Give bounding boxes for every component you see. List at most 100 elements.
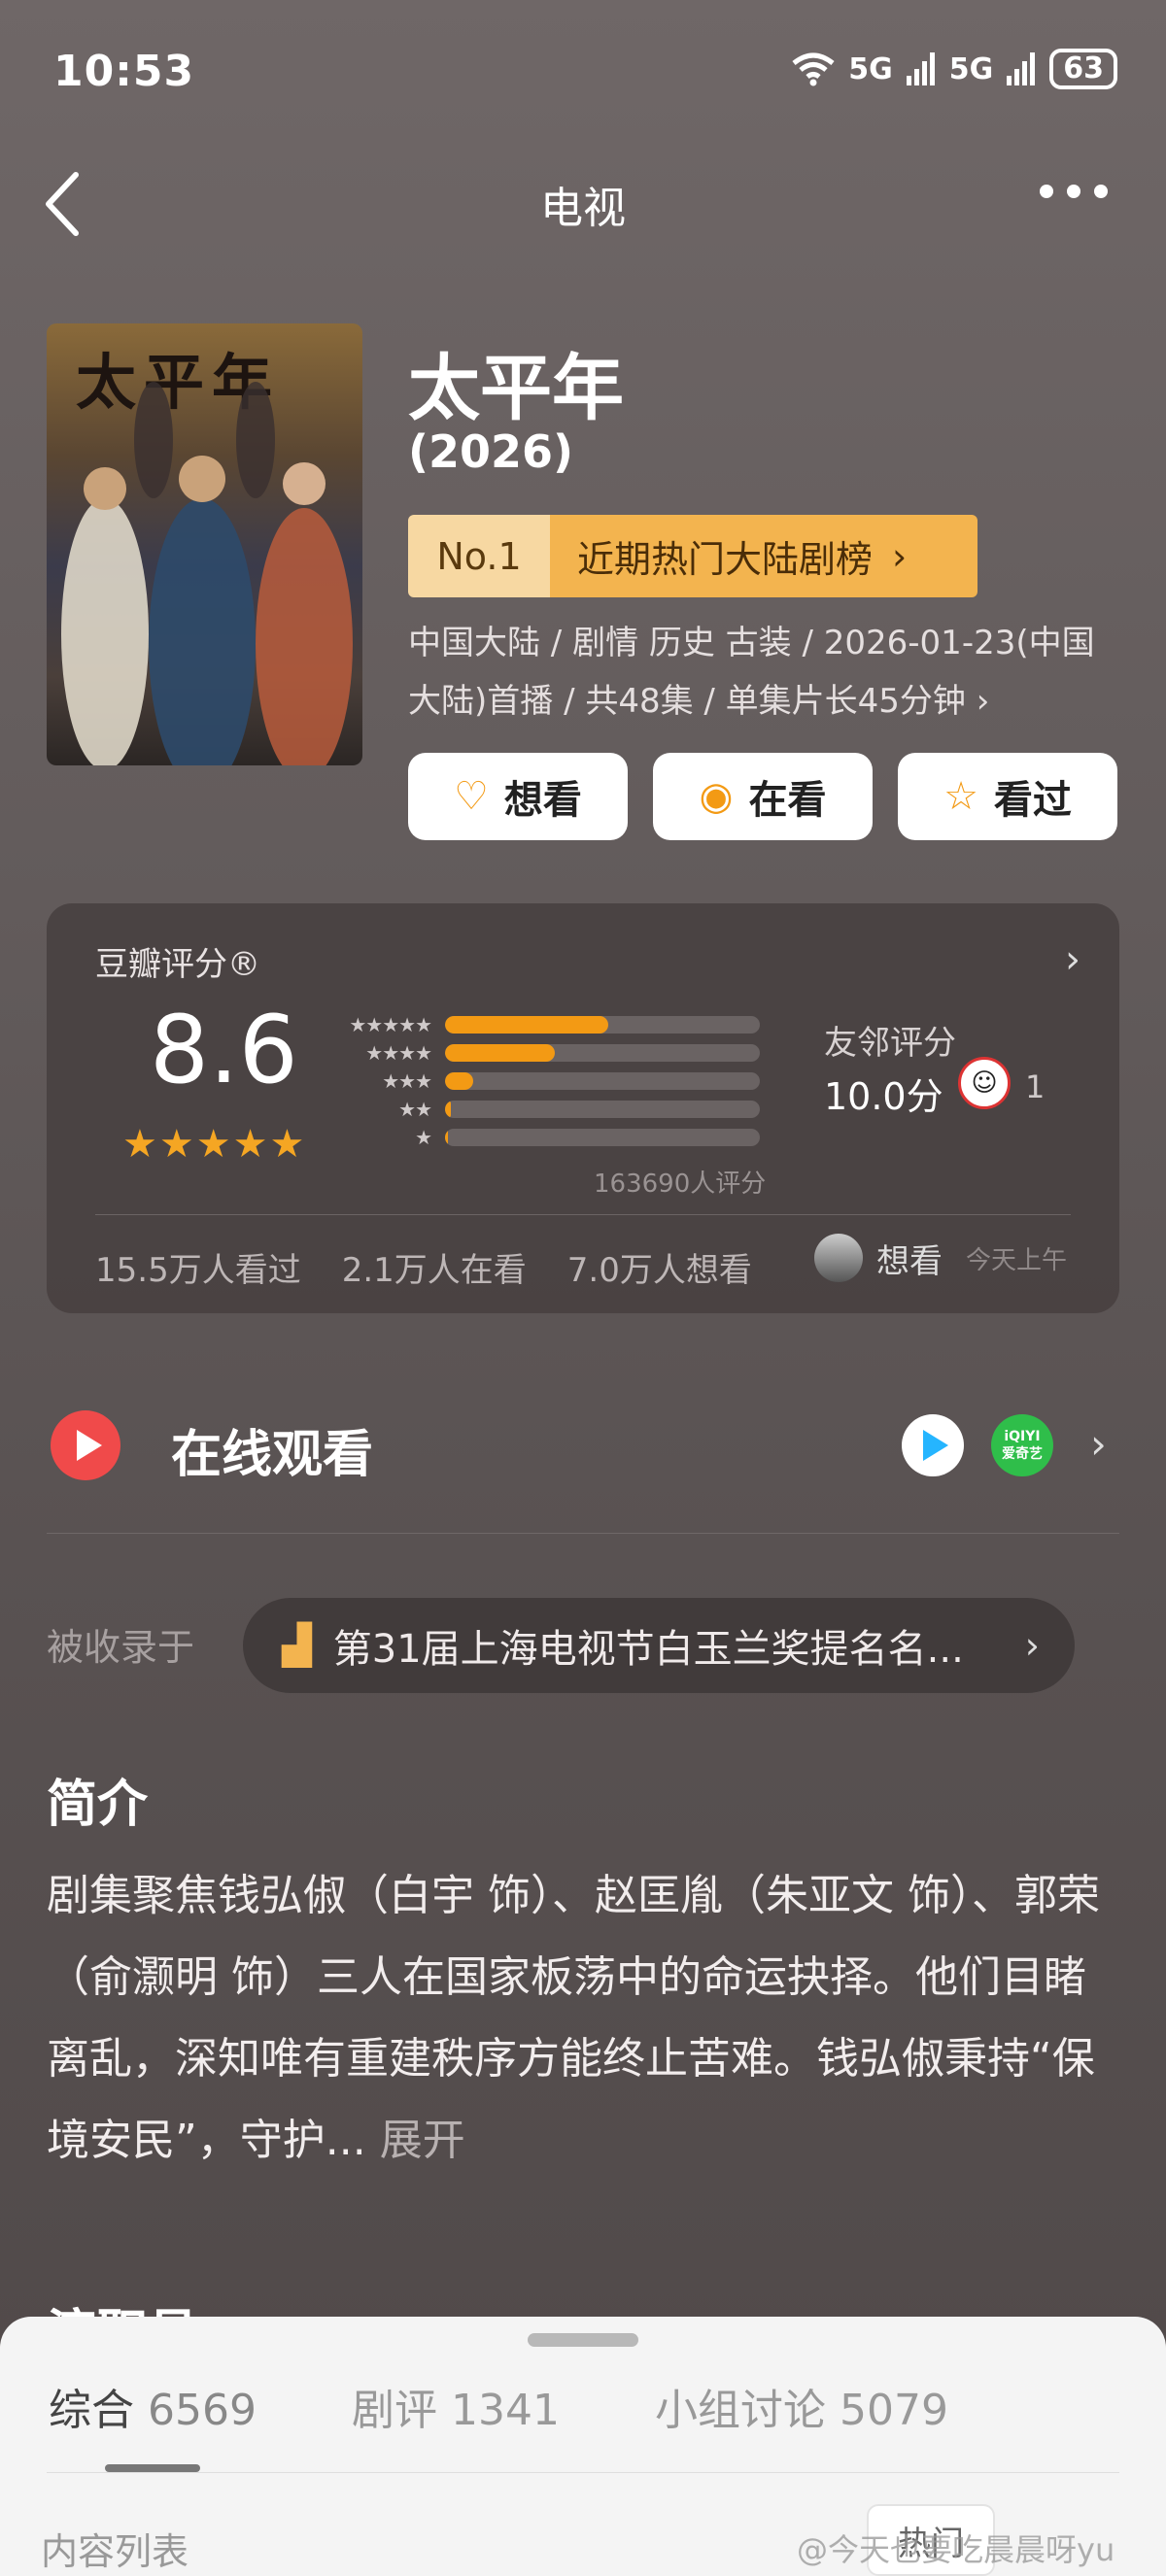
rank-number: No.1 <box>408 515 550 597</box>
divider <box>47 1533 1119 1534</box>
watch-stats: 15.5万人看过 2.1万人在看 7.0万人想看 <box>95 1243 752 1291</box>
rank-label: 近期热门大陆剧榜 › <box>550 515 977 597</box>
star-icon: ★★★ <box>382 1068 432 1093</box>
tab-overview[interactable]: 综合 6569 <box>49 2375 257 2437</box>
divider <box>47 2472 1119 2473</box>
dot-icon <box>1067 185 1080 198</box>
stat-watched[interactable]: 15.5万人看过 <box>95 1243 301 1291</box>
rating-count: 163690人评分 <box>594 1169 767 1199</box>
watermark: @今天也要吃晨晨呀yu <box>797 2531 1115 2568</box>
dot-icon <box>1094 185 1108 198</box>
heart-plus-icon: ♡ <box>454 774 489 819</box>
content-list-label: 内容列表 <box>41 2530 189 2573</box>
rating-label: 豆瓣评分® <box>95 945 260 984</box>
tab-group-discussion[interactable]: 小组讨论 5079 <box>655 2375 948 2437</box>
watched-label: 看过 <box>993 778 1072 823</box>
poster-figures <box>61 382 353 765</box>
rating-stars: ★★★★★ <box>122 1122 307 1167</box>
page-title: 电视 <box>540 184 626 233</box>
bar-fill <box>445 1043 556 1062</box>
show-year: (2026) <box>408 425 574 478</box>
avatar[interactable]: ☺ <box>958 1057 1011 1109</box>
friends-rating-score: 10.0分 <box>824 1075 943 1118</box>
network-5g-label-2: 5G <box>948 51 994 86</box>
iqiyi-icon[interactable]: iQIYI 爱奇艺 <box>991 1414 1053 1476</box>
rank-text: 近期热门大陆剧榜 <box>577 538 874 581</box>
signal-icon-2 <box>1007 52 1036 85</box>
friends-rating-label: 友邻评分 <box>824 1024 956 1063</box>
rating-bar-5: ★★★★★ <box>328 1010 760 1038</box>
target-icon: ◉ <box>699 774 734 819</box>
tencent-video-icon[interactable] <box>902 1414 964 1476</box>
rating-bar-3: ★★★ <box>328 1067 760 1095</box>
rating-score: 8.6 <box>150 996 298 1104</box>
show-meta[interactable]: 中国大陆 / 剧情 历史 古装 / 2026-01-23(中国大陆)首播 / 共… <box>408 614 1108 730</box>
user-action: 想看 <box>876 1241 943 1281</box>
stat-want[interactable]: 7.0万人想看 <box>567 1243 752 1291</box>
status-icons: 5G 5G 63 <box>792 49 1117 89</box>
tab-label: 剧评 <box>351 2386 437 2435</box>
star-icon: ☆ <box>943 774 978 819</box>
chevron-right-icon: › <box>892 534 908 578</box>
expand-link[interactable]: 展开 <box>380 2116 465 2165</box>
poster-image[interactable]: 太平年 <box>47 323 362 765</box>
tab-indicator <box>105 2464 200 2472</box>
rating-card[interactable]: 豆瓣评分® › 8.6 ★★★★★ ★★★★★ ★★★★ ★★★ ★★ ★ 16… <box>47 903 1119 1313</box>
synopsis-body: 剧集聚焦钱弘俶（白宇 饰）、赵匡胤（朱亚文 饰）、郭荣（俞灏明 饰）三人在国家板… <box>47 1871 1100 2165</box>
iqiyi-logo-text: iQIYI <box>1004 1429 1041 1444</box>
divider <box>95 1214 1071 1215</box>
want-button[interactable]: ♡ 想看 <box>408 753 628 840</box>
battery-icon: 63 <box>1049 49 1117 89</box>
ranking-icon: ▟ <box>282 1623 312 1668</box>
star-icon: ★ <box>415 1125 432 1149</box>
signal-icon <box>906 52 935 85</box>
watched-button[interactable]: ☆ 看过 <box>898 753 1117 840</box>
star-icon: ★★ <box>398 1097 432 1121</box>
more-options-button[interactable] <box>1040 185 1108 198</box>
avatar <box>814 1234 863 1282</box>
bar-fill <box>445 1128 449 1146</box>
tab-reviews[interactable]: 剧评 1341 <box>352 2375 560 2437</box>
friends-count: 1 <box>1025 1068 1046 1105</box>
star-icon: ★★★★ <box>365 1040 432 1065</box>
tab-count: 5079 <box>839 2386 948 2435</box>
wifi-icon <box>792 52 835 86</box>
user-activity[interactable]: 想看 今天上午 <box>814 1234 1067 1282</box>
rank-badge[interactable]: No.1 近期热门大陆剧榜 › <box>408 515 977 597</box>
tab-label: 综合 <box>49 2386 134 2435</box>
included-text: 第31届上海电视节白玉兰奖提名名... <box>332 1627 964 1672</box>
network-5g-label: 5G <box>848 51 893 86</box>
watching-label: 在看 <box>748 778 827 823</box>
tab-count: 6569 <box>148 2386 257 2435</box>
star-icon: ★★★★★ <box>349 1012 432 1036</box>
rating-distribution: ★★★★★ ★★★★ ★★★ ★★ ★ <box>328 1010 760 1151</box>
tab-count: 1341 <box>450 2386 560 2435</box>
user-time: 今天上午 <box>966 1245 1068 1275</box>
status-time: 10:53 <box>53 47 195 96</box>
included-label: 被收录于 <box>47 1626 195 1669</box>
synopsis-text: 剧集聚焦钱弘俶（白宇 饰）、赵匡胤（朱亚文 饰）、郭荣（俞灏明 饰）三人在国家板… <box>47 1855 1125 2182</box>
rating-bar-2: ★★ <box>328 1095 760 1123</box>
chevron-right-icon[interactable]: › <box>1065 937 1080 982</box>
watching-button[interactable]: ◉ 在看 <box>653 753 873 840</box>
action-buttons: ♡ 想看 ◉ 在看 ☆ 看过 <box>408 753 1117 840</box>
play-icon[interactable] <box>51 1410 120 1480</box>
review-tabs: 综合 6569 剧评 1341 小组讨论 5079 <box>49 2375 948 2437</box>
chevron-right-icon[interactable]: › <box>1090 1420 1107 1468</box>
tab-label: 小组讨论 <box>654 2386 826 2435</box>
drag-handle[interactable] <box>528 2333 638 2347</box>
show-title: 太平年 <box>408 347 624 430</box>
included-list-pill[interactable]: ▟ 第31届上海电视节白玉兰奖提名名... › <box>243 1598 1075 1693</box>
dot-icon <box>1040 185 1053 198</box>
synopsis-title: 简介 <box>47 1776 149 1834</box>
bar-fill <box>445 1100 452 1118</box>
rating-bar-1: ★ <box>328 1123 760 1151</box>
rating-bar-4: ★★★★ <box>328 1038 760 1067</box>
stat-watching[interactable]: 2.1万人在看 <box>342 1243 527 1291</box>
provider-label: 爱奇艺 <box>1002 1446 1043 1462</box>
bar-fill <box>445 1015 609 1034</box>
chevron-right-icon: › <box>1024 1624 1040 1667</box>
bar-fill <box>445 1071 474 1090</box>
online-watch-title[interactable]: 在线观看 <box>171 1413 373 1486</box>
want-label: 想看 <box>503 778 582 823</box>
